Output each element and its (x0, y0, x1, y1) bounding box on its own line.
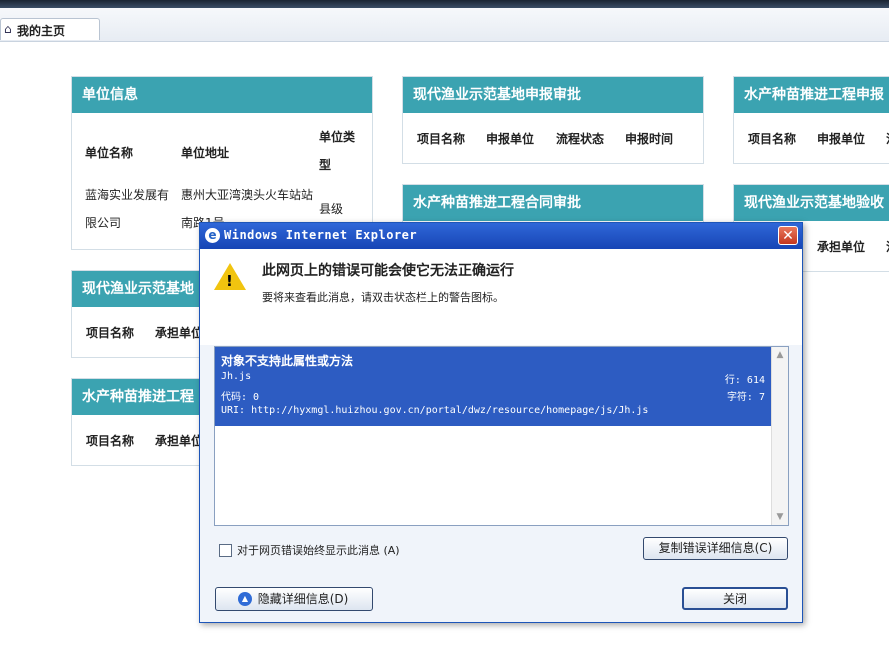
error-details-box[interactable]: 对象不支持此属性或方法 Jh.js 行: 614 代码: 0 字符: 7 URI… (214, 346, 789, 526)
column-header: 承担单位 (155, 434, 204, 448)
column-header: 项目名称 (86, 326, 135, 340)
unit-address-line1: 惠州大亚湾澳头火车站站 (181, 188, 314, 202)
panel-seed-declare: 水产种苗推进工程申报 项目名称 申报单位 流 (733, 76, 889, 164)
column-header: 单位名称 (85, 146, 134, 160)
error-headline: 此网页上的错误可能会使它无法正确运行 (262, 263, 514, 279)
column-header: 申报单位 (486, 132, 535, 146)
unit-name-line2: 限公司 (85, 216, 122, 230)
column-header: 承担单位 (817, 240, 866, 254)
unit-name-line1: 蓝海实业发展有 (85, 188, 170, 202)
column-header: 申报单位 (817, 132, 866, 146)
ie-icon: e (205, 228, 220, 243)
home-icon: ⌂ (4, 22, 12, 36)
scroll-down-icon[interactable]: ▼ (773, 510, 787, 524)
tab-my-homepage[interactable]: ⌂ 我的主页 (0, 18, 100, 40)
column-header: 单位类型 (319, 130, 356, 172)
dialog-title: Windows Internet Explorer (224, 228, 418, 242)
error-uri: URI: http://hyxmgl.huizhou.gov.cn/portal… (221, 405, 649, 416)
scroll-up-icon[interactable]: ▲ (773, 348, 787, 362)
unit-type: 县级 (319, 202, 344, 216)
tab-label: 我的主页 (17, 24, 66, 38)
tab-bar: ⌂ 我的主页 (0, 8, 889, 42)
error-details-selection: 对象不支持此属性或方法 Jh.js 行: 614 代码: 0 字符: 7 URI… (215, 347, 773, 426)
panel-demo-base-approval: 现代渔业示范基地申报审批 项目名称 申报单位 流程状态 申报时间 (402, 76, 704, 164)
column-header: 项目名称 (86, 434, 135, 448)
panel-title: 现代渔业示范基地申报审批 (403, 77, 703, 113)
error-subline: 要将来查看此消息，请双击状态栏上的警告图标。 (262, 291, 504, 304)
error-title: 对象不支持此属性或方法 (221, 354, 354, 368)
panel-title: 水产种苗推进工程申报 (734, 77, 889, 113)
hide-details-button[interactable]: ▲ 隐藏详细信息(D) (215, 587, 373, 611)
error-code: 代码: 0 (221, 392, 260, 403)
panel-title: 水产种苗推进工程合同审批 (403, 185, 703, 221)
error-line: 行: 614 (724, 375, 765, 386)
warning-exclamation: ! (226, 272, 233, 290)
collapse-arrow-icon: ▲ (238, 592, 252, 606)
close-button[interactable]: 关闭 (682, 587, 788, 610)
error-char: 字符: 7 (726, 392, 765, 403)
column-header: 单位地址 (181, 146, 230, 160)
column-header: 项目名称 (417, 132, 466, 146)
panel-title: 单位信息 (72, 77, 372, 113)
details-scrollbar[interactable]: ▲ ▼ (771, 347, 788, 525)
column-header: 申报时间 (625, 132, 674, 146)
column-header: 承担单位 (155, 326, 204, 340)
close-icon[interactable]: ✕ (778, 226, 798, 245)
window-top-edge (0, 0, 889, 8)
column-header: 项目名称 (748, 132, 797, 146)
error-file: Jh.js (221, 371, 252, 382)
hide-details-label: 隐藏详细信息(D) (257, 592, 349, 606)
always-show-label: 对于网页错误始终显示此消息 (A) (237, 544, 400, 557)
column-header: 流程状态 (556, 132, 605, 146)
ie-error-dialog: e Windows Internet Explorer ✕ ! 此网页上的错误可… (199, 222, 803, 623)
dialog-title-bar[interactable]: e Windows Internet Explorer ✕ (200, 223, 802, 249)
panel-title: 现代渔业示范基地验收 (734, 185, 889, 221)
always-show-checkbox[interactable] (219, 544, 232, 557)
copy-details-button[interactable]: 复制错误详细信息(C) (643, 537, 788, 560)
